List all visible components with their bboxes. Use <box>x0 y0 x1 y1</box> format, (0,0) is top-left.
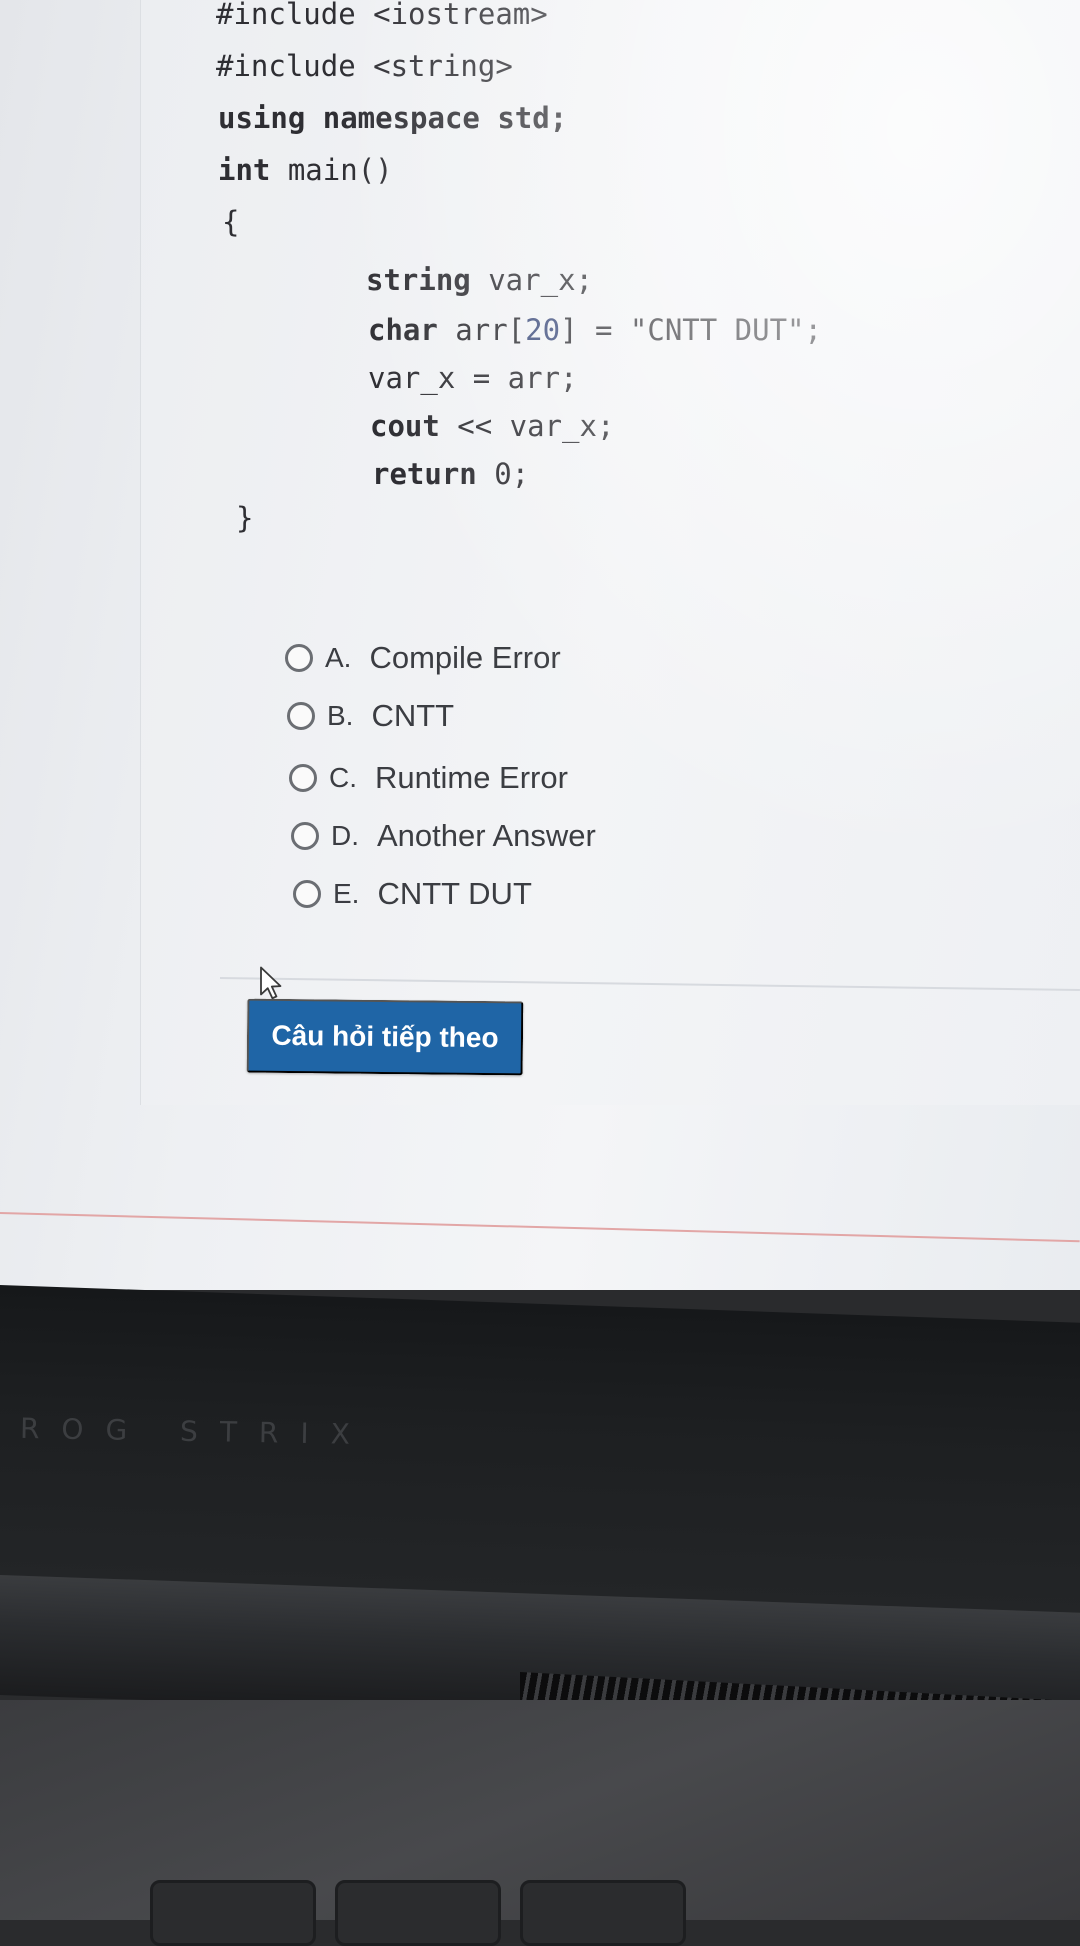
option-c-radio[interactable] <box>289 764 317 792</box>
option-b[interactable]: B. CNTT <box>287 698 454 734</box>
mouse-cursor-icon <box>260 966 282 1000</box>
keyboard-key <box>150 1880 316 1946</box>
option-a-radio[interactable] <box>285 644 313 672</box>
code-line: #include <string> <box>216 48 513 84</box>
option-d-radio[interactable] <box>291 822 319 850</box>
code-token: arr[ <box>437 313 526 347</box>
option-a-text: Compile Error <box>369 640 561 675</box>
laptop-brand-logo: ROG STRIX <box>19 1411 373 1452</box>
option-a[interactable]: A. Compile Error <box>285 640 561 676</box>
option-b-text: CNTT <box>371 698 455 733</box>
page-rule <box>0 1212 1080 1243</box>
code-token: } <box>236 501 254 535</box>
code-line: } <box>236 500 253 536</box>
code-token: int <box>218 153 271 187</box>
code-token: 20 <box>525 313 561 347</box>
option-e[interactable]: E. CNTT DUT <box>293 876 532 912</box>
code-token: 0; <box>476 457 530 491</box>
option-c-letter: C. <box>329 762 357 793</box>
code-line: var_x = arr; <box>368 360 578 396</box>
option-d-letter: D. <box>331 820 359 851</box>
code-token: string <box>366 263 471 297</box>
option-c[interactable]: C. Runtime Error <box>289 760 568 796</box>
code-line: cout << var_x; <box>370 408 614 444</box>
option-d[interactable]: D. Another Answer <box>291 818 596 854</box>
code-token: char <box>368 313 438 347</box>
code-token: cout <box>370 409 440 443</box>
next-question-button[interactable]: Câu hỏi tiếp theo <box>246 998 524 1076</box>
code-token: main() <box>270 153 393 187</box>
monitor-screen: #include <iostream> #include <string> usin… <box>0 0 1080 1290</box>
option-e-radio[interactable] <box>293 880 321 908</box>
laptop-bezel <box>0 1285 1080 1613</box>
code-line: return 0; <box>372 456 529 492</box>
code-token: #include <iostream> <box>216 0 548 31</box>
option-b-radio[interactable] <box>287 702 315 730</box>
option-c-text: Runtime Error <box>375 760 568 795</box>
code-line: string var_x; <box>366 262 593 298</box>
code-token: var_x; <box>470 263 593 297</box>
code-token: << var_x; <box>439 409 615 443</box>
keyboard-key <box>520 1880 686 1946</box>
code-line: #include <iostream> <box>216 0 548 32</box>
option-e-text: CNTT DUT <box>377 876 532 911</box>
code-token: #include <string> <box>216 49 513 83</box>
code-token: return <box>372 457 477 491</box>
option-a-letter: A. <box>325 642 352 673</box>
option-b-letter: B. <box>327 700 354 731</box>
code-line: { <box>222 204 239 240</box>
code-token: using namespace std; <box>218 101 568 135</box>
code-line: int main() <box>218 152 393 188</box>
code-line: char arr[20] = "CNTT DUT"; <box>368 312 822 348</box>
option-d-text: Another Answer <box>377 818 596 853</box>
code-token: { <box>222 205 240 239</box>
code-token: var_x = arr; <box>368 361 578 395</box>
keyboard-key <box>335 1880 501 1946</box>
option-e-letter: E. <box>333 878 360 909</box>
code-line: using namespace std; <box>218 100 567 136</box>
code-token: ] = "CNTT DUT"; <box>560 313 822 347</box>
